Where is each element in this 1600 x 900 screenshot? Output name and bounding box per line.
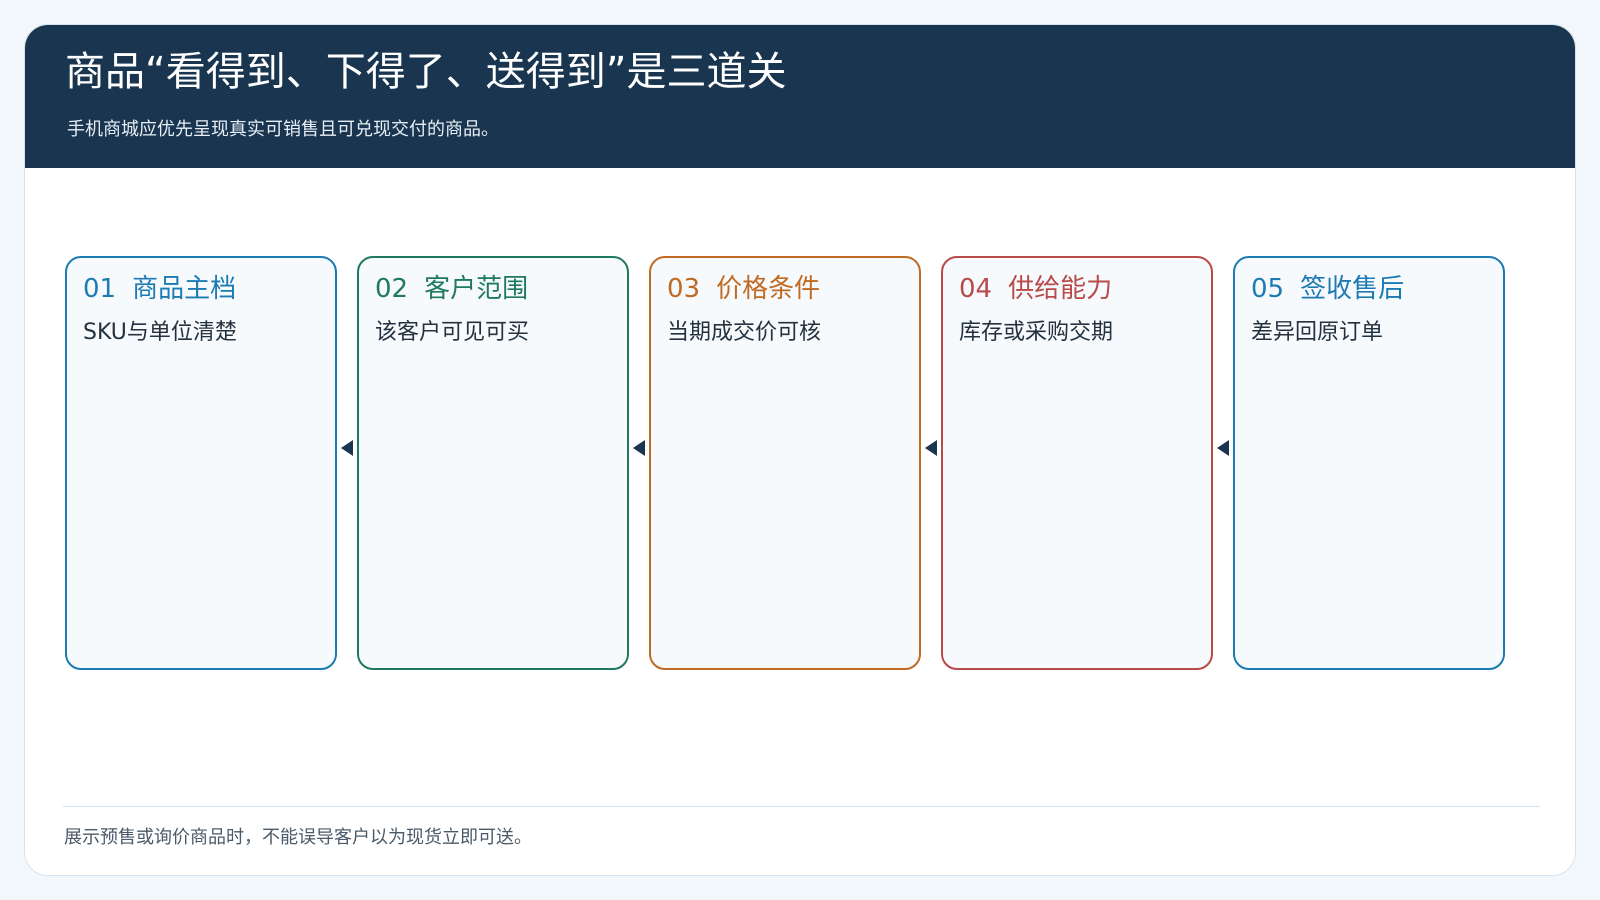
page-title: 商品“看得到、下得了、送得到”是三道关 bbox=[65, 49, 787, 95]
step-number: 02 bbox=[375, 274, 409, 304]
step-number: 01 bbox=[83, 274, 117, 304]
step-card-01: 01 商品主档 SKU与单位清楚 bbox=[65, 256, 337, 670]
step-title-03: 03 价格条件 bbox=[667, 272, 820, 306]
left-arrow-icon bbox=[633, 440, 645, 456]
step-title-01: 01 商品主档 bbox=[83, 272, 236, 306]
step-title-05: 05 签收售后 bbox=[1251, 272, 1404, 306]
step-card-04: 04 供给能力 库存或采购交期 bbox=[941, 256, 1213, 670]
step-number: 03 bbox=[667, 274, 701, 304]
step-number: 04 bbox=[959, 274, 993, 304]
step-description-04: 库存或采购交期 bbox=[959, 320, 1114, 345]
step-description-01: SKU与单位清楚 bbox=[83, 320, 237, 345]
step-label: 签收售后 bbox=[1300, 274, 1405, 304]
step-label: 价格条件 bbox=[716, 274, 821, 304]
left-arrow-icon bbox=[341, 440, 353, 456]
step-label: 供给能力 bbox=[1008, 274, 1113, 304]
step-description-05: 差异回原订单 bbox=[1251, 320, 1384, 345]
slide-panel: 商品“看得到、下得了、送得到”是三道关 手机商城应优先呈现真实可销售且可兑现交付… bbox=[24, 24, 1576, 876]
step-description-02: 该客户可见可买 bbox=[375, 320, 530, 345]
step-card-03: 03 价格条件 当期成交价可核 bbox=[649, 256, 921, 670]
left-arrow-icon bbox=[925, 440, 937, 456]
page-subtitle: 手机商城应优先呈现真实可销售且可兑现交付的商品。 bbox=[67, 119, 499, 140]
step-card-05: 05 签收售后 差异回原订单 bbox=[1233, 256, 1505, 670]
header-banner: 商品“看得到、下得了、送得到”是三道关 手机商城应优先呈现真实可销售且可兑现交付… bbox=[25, 25, 1575, 168]
step-label: 商品主档 bbox=[132, 274, 237, 304]
footer-note: 展示预售或询价商品时，不能误导客户以为现货立即可送。 bbox=[64, 827, 532, 848]
left-arrow-icon bbox=[1217, 440, 1229, 456]
step-label: 客户范围 bbox=[424, 274, 529, 304]
step-card-02: 02 客户范围 该客户可见可买 bbox=[357, 256, 629, 670]
step-title-04: 04 供给能力 bbox=[959, 272, 1112, 306]
step-title-02: 02 客户范围 bbox=[375, 272, 528, 306]
step-description-03: 当期成交价可核 bbox=[667, 320, 822, 345]
footer-divider bbox=[63, 806, 1540, 807]
step-number: 05 bbox=[1251, 274, 1285, 304]
